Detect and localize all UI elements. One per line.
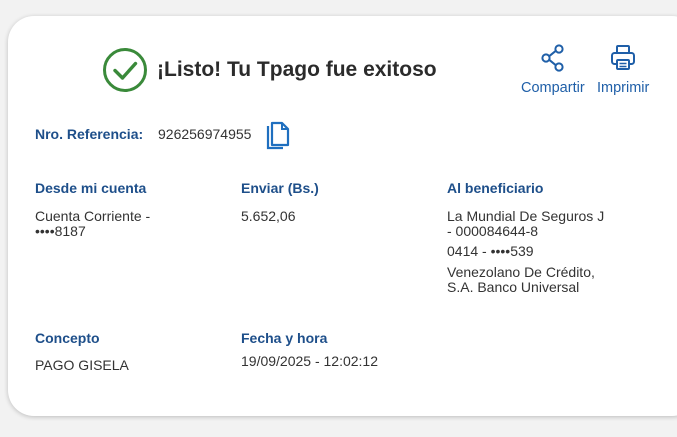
print-label: Imprimir [597, 80, 650, 96]
beneficiary-name-line2: - 000084644-8 [447, 223, 539, 239]
beneficiary-label: Al beneficiario [447, 180, 544, 196]
share-icon [541, 44, 564, 72]
amount-value: 5.652,06 [241, 208, 296, 224]
datetime-value: 19/09/2025 - 12:02:12 [241, 353, 379, 369]
beneficiary-bank-line2: S.A. Banco Universal [447, 279, 580, 295]
amount-label: Enviar (Bs.) [241, 180, 319, 196]
printer-icon [611, 45, 636, 70]
reference-value: 926256974955 [158, 126, 252, 142]
from-account-line1: Cuenta Corriente - [35, 208, 151, 224]
page-title: ¡Listo! Tu Tpago fue exitoso [157, 58, 437, 81]
copy-icon[interactable] [266, 121, 291, 151]
check-circle-icon [103, 48, 147, 92]
reference-label: Nro. Referencia: [35, 126, 144, 142]
share-button[interactable]: Compartir [521, 44, 585, 96]
print-button[interactable]: Imprimir [597, 44, 649, 96]
beneficiary-phone: 0414 - ••••539 [447, 243, 534, 259]
concept-value: PAGO GISELA [35, 357, 129, 373]
beneficiary-name-line1: La Mundial De Seguros J [447, 208, 605, 224]
datetime-label: Fecha y hora [241, 330, 328, 346]
beneficiary-bank-line1: Venezolano De Crédito, [447, 264, 595, 280]
concept-label: Concepto [35, 330, 100, 346]
share-label: Compartir [521, 80, 585, 96]
from-account-label: Desde mi cuenta [35, 180, 147, 196]
from-account-line2: ••••8187 [35, 223, 86, 239]
